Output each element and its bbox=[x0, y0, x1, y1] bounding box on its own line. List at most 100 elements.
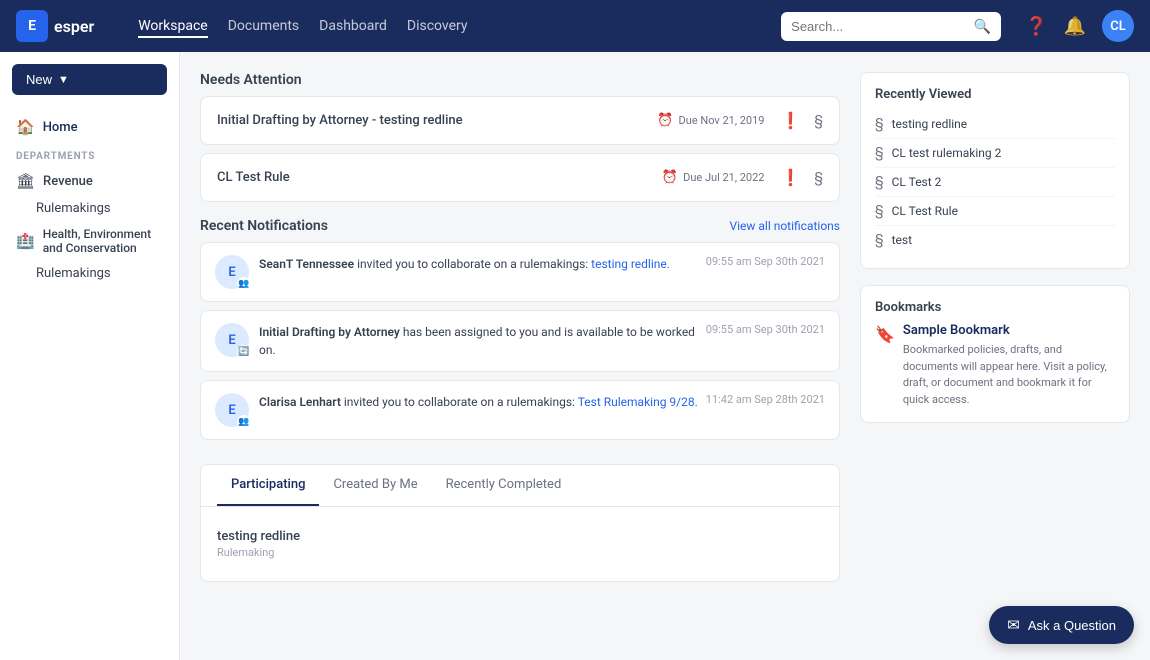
bookmarks-card: Bookmarks 🔖 Sample Bookmark Bookmarked p… bbox=[860, 285, 1130, 423]
notif-row-2: Clarisa Lenhart invited you to collabora… bbox=[259, 393, 825, 411]
rv-item-1[interactable]: § CL test rulemaking 2 bbox=[875, 139, 1115, 168]
rv-label-2: CL Test 2 bbox=[892, 175, 942, 189]
avatar[interactable]: CL bbox=[1102, 10, 1134, 42]
notif-avatar-1: E 🔄 bbox=[215, 323, 249, 357]
due-badge-1: ⏰ Due Jul 21, 2022 bbox=[662, 170, 765, 185]
revenue-icon: 🏛 bbox=[16, 172, 35, 190]
sidebar-dept-health[interactable]: 🏥 Health, Environment and Conservation bbox=[0, 221, 179, 261]
due-badge-0: ⏰ Due Nov 21, 2019 bbox=[657, 113, 764, 128]
attention-item-0-title: Initial Drafting by Attorney - testing r… bbox=[217, 113, 647, 128]
notif-sender-0: SeanT Tennessee bbox=[259, 257, 354, 271]
section-icon-1[interactable]: § bbox=[814, 170, 823, 186]
search-bar: 🔍 bbox=[781, 12, 1001, 41]
bookmark-item: 🔖 Sample Bookmark Bookmarked policies, d… bbox=[875, 323, 1115, 408]
notif-sender-1: Initial Drafting by Attorney bbox=[259, 325, 400, 339]
sidebar-sub-health-rulemakings[interactable]: Rulemakings bbox=[0, 261, 179, 286]
departments-header: DEPARTMENTS bbox=[0, 143, 179, 166]
section-mark-0: § bbox=[875, 116, 884, 132]
notif-row-1: Initial Drafting by Attorney has been as… bbox=[259, 323, 825, 359]
section-mark-3: § bbox=[875, 203, 884, 219]
notif-badge-1: 🔄 bbox=[237, 345, 251, 359]
ask-icon: ✉ bbox=[1007, 616, 1020, 634]
notif-item-2: E 👥 Clarisa Lenhart invited you to colla… bbox=[200, 380, 840, 440]
notif-avatar-0: E 👥 bbox=[215, 255, 249, 289]
notif-time-1: 09:55 am Sep 30th 2021 bbox=[706, 323, 825, 336]
needs-attention-title: Needs Attention bbox=[200, 72, 840, 88]
tab-participating[interactable]: Participating bbox=[217, 465, 319, 506]
section-icon-0[interactable]: § bbox=[814, 113, 823, 129]
rv-item-2[interactable]: § CL Test 2 bbox=[875, 168, 1115, 197]
attention-item-0: Initial Drafting by Attorney - testing r… bbox=[200, 96, 840, 145]
logo-icon: E bbox=[16, 10, 48, 42]
notif-badge-2: 👥 bbox=[237, 415, 251, 429]
recently-viewed-card: Recently Viewed § testing redline § CL t… bbox=[860, 72, 1130, 269]
notif-text-0: SeanT Tennessee invited you to collabora… bbox=[259, 255, 670, 273]
notif-avatar-2: E 👥 bbox=[215, 393, 249, 427]
notif-sender-2: Clarisa Lenhart bbox=[259, 395, 341, 409]
new-button[interactable]: New ▼ bbox=[12, 64, 167, 95]
tabs-header: Participating Created By Me Recently Com… bbox=[201, 465, 839, 507]
section-mark-2: § bbox=[875, 174, 884, 190]
tab-item-sub-0: Rulemaking bbox=[217, 546, 823, 559]
logo-text: esper bbox=[54, 17, 94, 36]
notif-text-1: Initial Drafting by Attorney has been as… bbox=[259, 323, 698, 359]
nav-workspace[interactable]: Workspace bbox=[138, 14, 208, 38]
attention-item-1: CL Test Rule ⏰ Due Jul 21, 2022 ❗ § bbox=[200, 153, 840, 202]
main-nav: Workspace Documents Dashboard Discovery bbox=[138, 14, 467, 38]
rv-label-1: CL test rulemaking 2 bbox=[892, 146, 1002, 160]
nav-documents[interactable]: Documents bbox=[228, 14, 299, 38]
main-left: Needs Attention Initial Drafting by Atto… bbox=[200, 72, 840, 640]
rv-item-0[interactable]: § testing redline bbox=[875, 110, 1115, 139]
notif-row-0: SeanT Tennessee invited you to collabora… bbox=[259, 255, 825, 273]
tab-recently-completed[interactable]: Recently Completed bbox=[432, 465, 576, 506]
nav-discovery[interactable]: Discovery bbox=[407, 14, 468, 38]
clock-icon-0: ⏰ bbox=[657, 113, 673, 128]
bookmark-content: Sample Bookmark Bookmarked policies, dra… bbox=[903, 323, 1115, 408]
notif-badge-0: 👥 bbox=[237, 277, 251, 291]
notif-item-0: E 👥 SeanT Tennessee invited you to colla… bbox=[200, 242, 840, 302]
main-right: Recently Viewed § testing redline § CL t… bbox=[860, 72, 1130, 640]
bookmark-sample-desc: Bookmarked policies, drafts, and documen… bbox=[903, 342, 1115, 408]
notification-icon[interactable]: 🔔 bbox=[1064, 16, 1086, 37]
needs-attention-section: Needs Attention Initial Drafting by Atto… bbox=[200, 72, 840, 202]
sidebar-sub-revenue-rulemakings[interactable]: Rulemakings bbox=[0, 196, 179, 221]
notif-body-1: Initial Drafting by Attorney has been as… bbox=[259, 323, 825, 359]
notif-middle-0: invited you to collaborate on a rulemaki… bbox=[354, 257, 591, 271]
tab-content: testing redline Rulemaking bbox=[201, 507, 839, 581]
help-icon[interactable]: ❓ bbox=[1025, 16, 1047, 37]
header-icons: ❓ 🔔 CL bbox=[1025, 10, 1134, 42]
warning-icon-0: ❗ bbox=[780, 111, 800, 130]
caret-icon: ▼ bbox=[58, 74, 69, 86]
attention-item-1-title: CL Test Rule bbox=[217, 170, 652, 185]
notif-text-2: Clarisa Lenhart invited you to collabora… bbox=[259, 393, 698, 411]
main-content: Needs Attention Initial Drafting by Atto… bbox=[180, 52, 1150, 660]
notif-link-0[interactable]: testing redline. bbox=[591, 257, 670, 271]
bookmarks-title: Bookmarks bbox=[875, 300, 1115, 315]
ask-button-label: Ask a Question bbox=[1028, 618, 1116, 633]
bookmark-sample-title: Sample Bookmark bbox=[903, 323, 1115, 338]
search-icon[interactable]: 🔍 bbox=[974, 18, 991, 35]
search-input[interactable] bbox=[791, 19, 968, 34]
tab-item-0: testing redline Rulemaking bbox=[217, 519, 823, 569]
header: E esper Workspace Documents Dashboard Di… bbox=[0, 0, 1150, 52]
health-icon: 🏥 bbox=[16, 232, 35, 250]
sidebar: New ▼ 🏠 Home DEPARTMENTS 🏛 Revenue Rulem… bbox=[0, 52, 180, 660]
rv-item-4[interactable]: § test bbox=[875, 226, 1115, 254]
home-icon: 🏠 bbox=[16, 118, 35, 136]
notif-time-0: 09:55 am Sep 30th 2021 bbox=[706, 255, 825, 268]
notif-link-2[interactable]: Test Rulemaking 9/28. bbox=[578, 395, 698, 409]
section-mark-1: § bbox=[875, 145, 884, 161]
rv-label-3: CL Test Rule bbox=[892, 204, 958, 218]
section-mark-4: § bbox=[875, 232, 884, 248]
body-layout: New ▼ 🏠 Home DEPARTMENTS 🏛 Revenue Rulem… bbox=[0, 52, 1150, 660]
rv-item-3[interactable]: § CL Test Rule bbox=[875, 197, 1115, 226]
sidebar-dept-revenue[interactable]: 🏛 Revenue bbox=[0, 166, 179, 196]
tab-created-by-me[interactable]: Created By Me bbox=[319, 465, 431, 506]
sidebar-item-home[interactable]: 🏠 Home bbox=[0, 111, 179, 143]
notif-body-0: SeanT Tennessee invited you to collabora… bbox=[259, 255, 825, 289]
ask-question-button[interactable]: ✉ Ask a Question bbox=[989, 606, 1134, 644]
nav-dashboard[interactable]: Dashboard bbox=[319, 14, 387, 38]
notif-middle-2: invited you to collaborate on a rulemaki… bbox=[341, 395, 578, 409]
view-all-notifications[interactable]: View all notifications bbox=[729, 219, 840, 233]
recent-notifications-section: Recent Notifications View all notificati… bbox=[200, 218, 840, 448]
